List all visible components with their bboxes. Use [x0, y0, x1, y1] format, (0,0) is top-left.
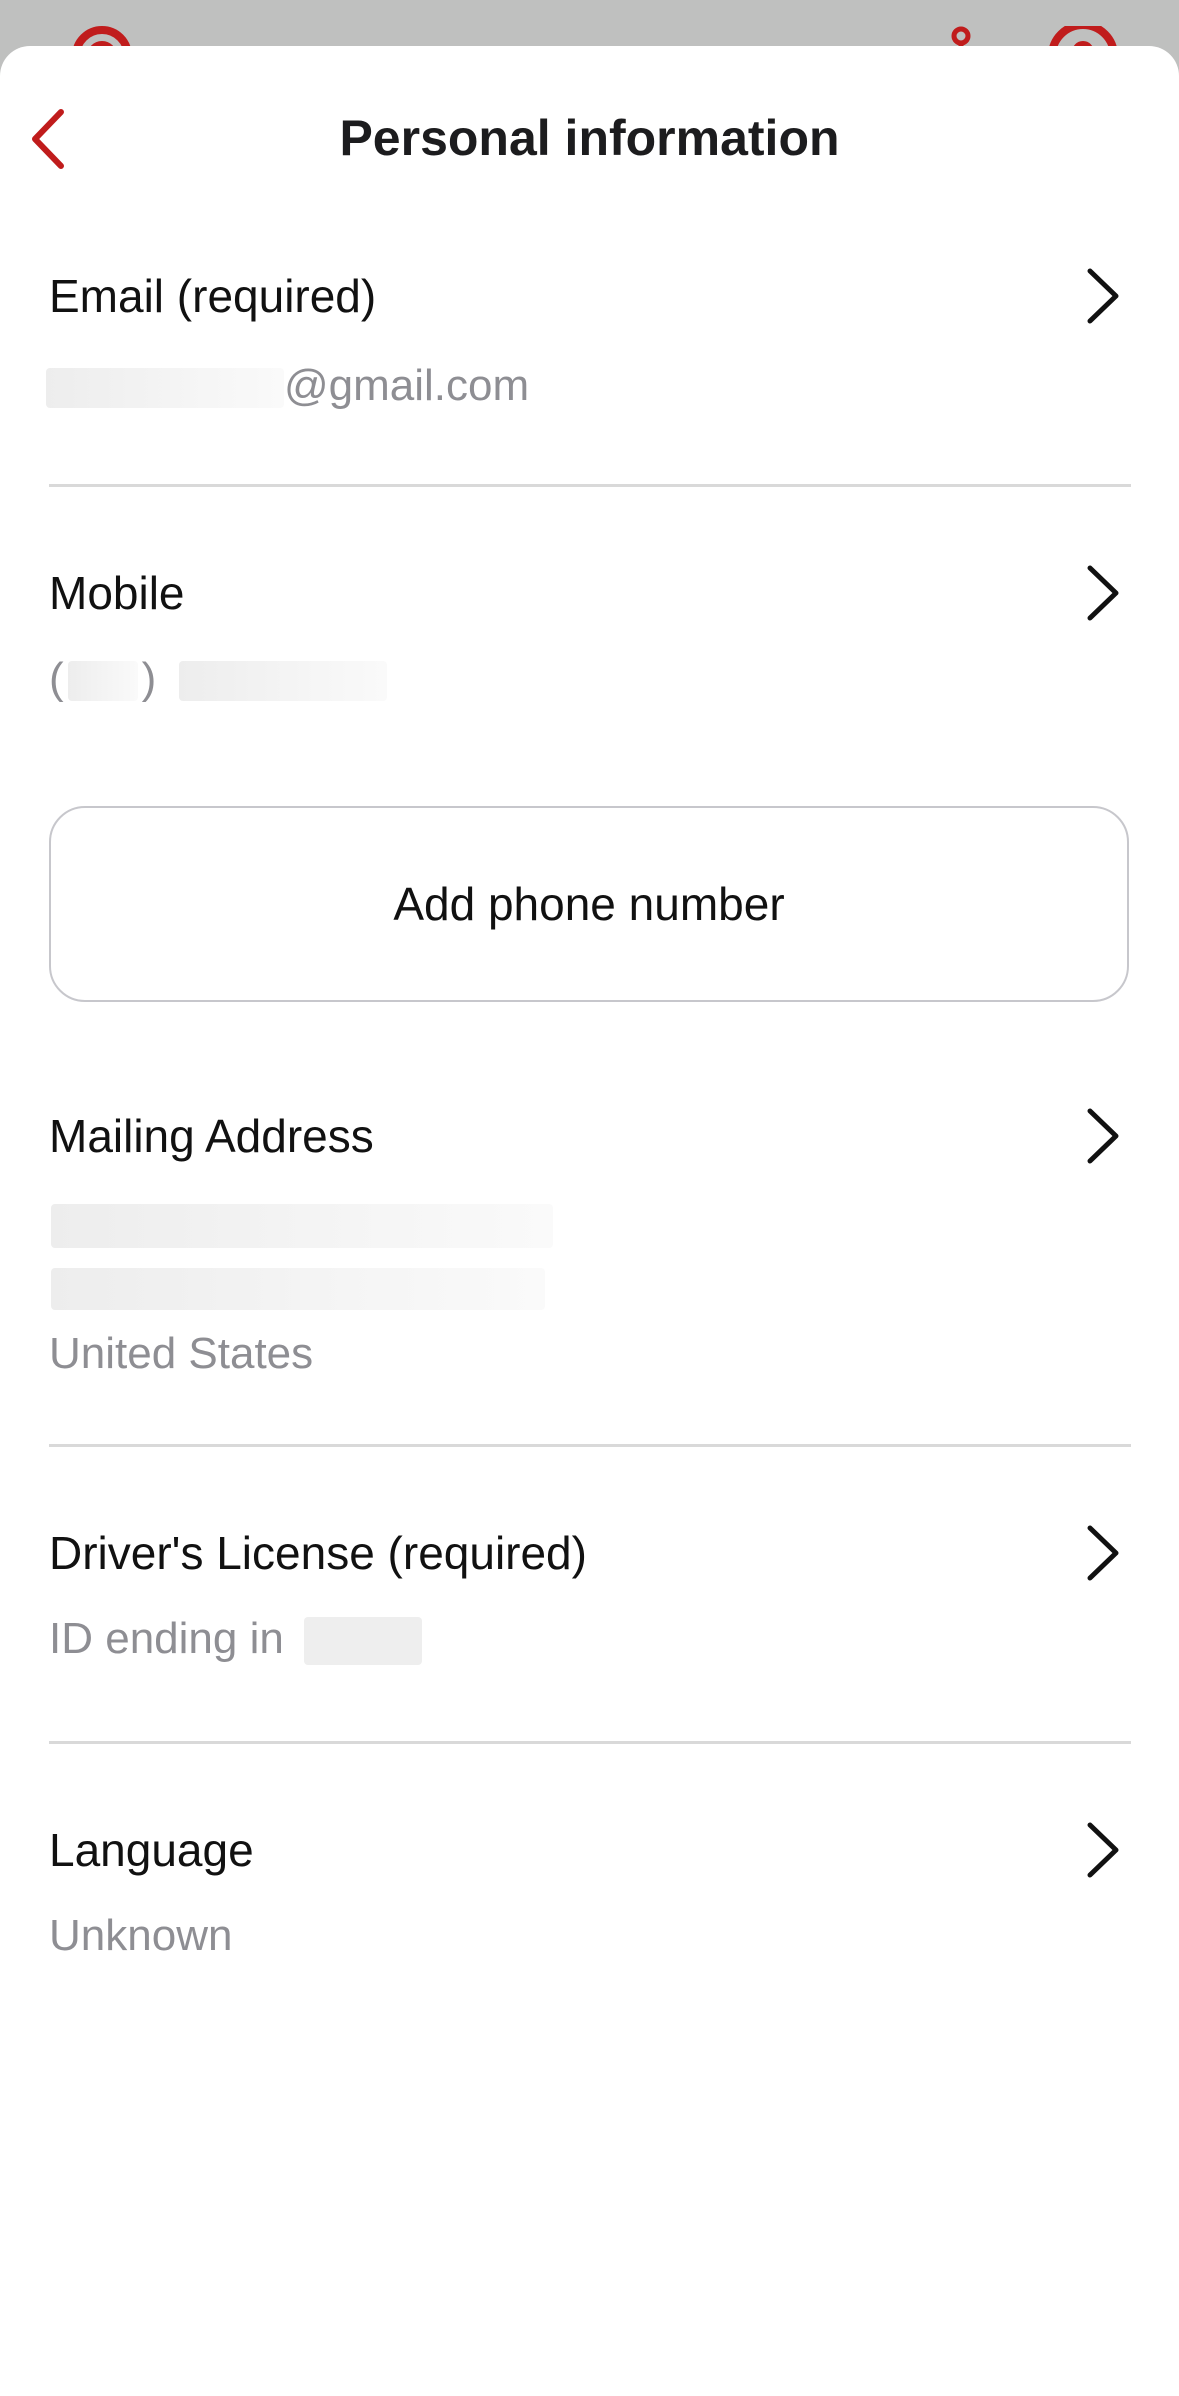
- mailing-country: United States: [49, 1329, 314, 1378]
- email-value: @gmail.com: [46, 358, 529, 414]
- divider: [49, 1444, 1131, 1447]
- chevron-right-icon: [1083, 1106, 1123, 1166]
- drivers-license-row[interactable]: Driver's License (required) ID ending in: [0, 1523, 1179, 1723]
- redacted-area-code: [67, 661, 138, 702]
- chevron-right-icon: [1083, 1523, 1123, 1583]
- chevron-right-icon: [1083, 266, 1123, 326]
- divider: [49, 484, 1131, 487]
- add-phone-number-button[interactable]: Add phone number: [49, 806, 1129, 1002]
- redacted-address-line-2: [51, 1268, 545, 1310]
- mailing-address-row[interactable]: Mailing Address United States: [0, 1106, 1179, 1426]
- language-row[interactable]: Language Unknown: [0, 1820, 1179, 2020]
- drivers-license-value: ID ending in: [49, 1611, 423, 1667]
- mobile-label: Mobile: [49, 567, 185, 619]
- email-label: Email (required): [49, 270, 377, 322]
- drivers-license-label: Driver's License (required): [49, 1527, 587, 1579]
- personal-info-sheet: Personal information Email (required) @g…: [0, 46, 1179, 2396]
- redacted-license-digits: [304, 1617, 423, 1666]
- mobile-row[interactable]: Mobile (): [0, 563, 1179, 763]
- redacted-email-user: [46, 368, 284, 409]
- mobile-value: (): [49, 651, 387, 707]
- language-label: Language: [49, 1824, 254, 1876]
- chevron-right-icon: [1083, 1820, 1123, 1880]
- mailing-address-label: Mailing Address: [49, 1110, 374, 1162]
- email-row[interactable]: Email (required) @gmail.com: [0, 266, 1179, 496]
- divider: [49, 1741, 1131, 1744]
- language-value: Unknown: [49, 1911, 233, 1960]
- redacted-address-line-1: [51, 1204, 553, 1248]
- page-title: Personal information: [339, 110, 840, 166]
- chevron-right-icon: [1083, 563, 1123, 623]
- redacted-phone-number: [178, 661, 387, 702]
